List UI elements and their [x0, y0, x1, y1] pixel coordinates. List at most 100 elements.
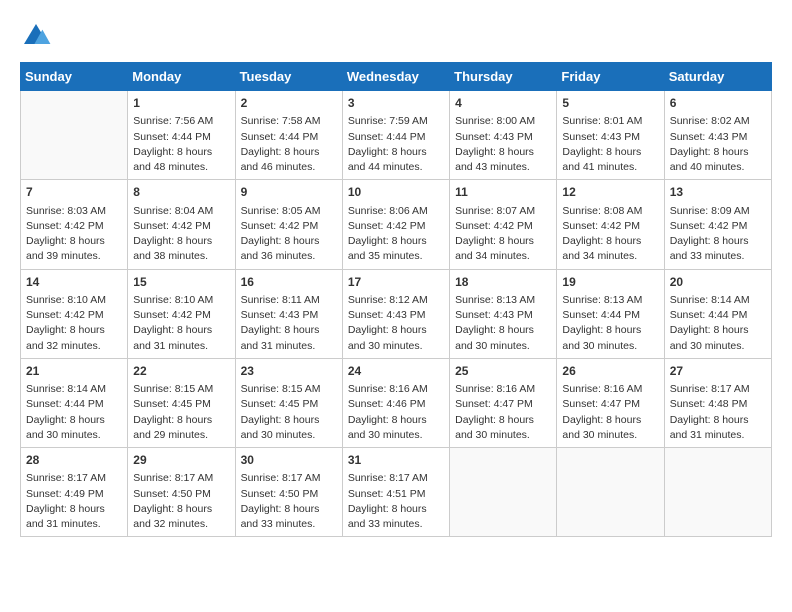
day-number: 3: [348, 95, 444, 112]
day-info-line: Sunrise: 8:17 AM: [133, 471, 229, 486]
day-info-line: Sunrise: 8:16 AM: [455, 382, 551, 397]
day-info-line: Daylight: 8 hours: [133, 323, 229, 338]
day-info-line: and 34 minutes.: [455, 249, 551, 264]
day-info-line: Sunrise: 8:06 AM: [348, 204, 444, 219]
day-info: Sunrise: 8:14 AMSunset: 4:44 PMDaylight:…: [26, 382, 122, 443]
day-info: Sunrise: 8:10 AMSunset: 4:42 PMDaylight:…: [26, 293, 122, 354]
week-row-5: 28Sunrise: 8:17 AMSunset: 4:49 PMDayligh…: [21, 448, 772, 537]
day-info-line: Sunrise: 8:11 AM: [241, 293, 337, 308]
day-number: 16: [241, 274, 337, 291]
day-info: Sunrise: 8:03 AMSunset: 4:42 PMDaylight:…: [26, 204, 122, 265]
day-info-line: Sunrise: 8:10 AM: [133, 293, 229, 308]
calendar-cell: 13Sunrise: 8:09 AMSunset: 4:42 PMDayligh…: [664, 180, 771, 269]
calendar-cell: 3 Sunrise: 7:59 AMSunset: 4:44 PMDaylight…: [342, 91, 449, 180]
week-row-3: 14Sunrise: 8:10 AMSunset: 4:42 PMDayligh…: [21, 269, 772, 358]
header-day-monday: Monday: [128, 63, 235, 91]
day-info: Sunrise: 8:12 AMSunset: 4:43 PMDaylight:…: [348, 293, 444, 354]
day-info-line: Daylight: 8 hours: [348, 413, 444, 428]
day-info: Sunrise: 8:13 AMSunset: 4:44 PMDaylight:…: [562, 293, 658, 354]
day-info: Sunrise: 8:10 AMSunset: 4:42 PMDaylight:…: [133, 293, 229, 354]
day-info-line: Sunset: 4:43 PM: [455, 308, 551, 323]
day-info-line: Daylight: 8 hours: [133, 502, 229, 517]
day-info-line: Sunset: 4:43 PM: [670, 130, 766, 145]
day-info-line: Sunrise: 8:04 AM: [133, 204, 229, 219]
day-info-line: Sunset: 4:45 PM: [241, 397, 337, 412]
day-info: Sunrise: 8:16 AMSunset: 4:46 PMDaylight:…: [348, 382, 444, 443]
day-info-line: Sunset: 4:43 PM: [455, 130, 551, 145]
day-info-line: Sunset: 4:42 PM: [455, 219, 551, 234]
day-info: Sunrise: 8:17 AMSunset: 4:50 PMDaylight:…: [133, 471, 229, 532]
day-info-line: Sunset: 4:51 PM: [348, 487, 444, 502]
day-info-line: Sunset: 4:42 PM: [670, 219, 766, 234]
day-info: Sunrise: 8:08 AMSunset: 4:42 PMDaylight:…: [562, 204, 658, 265]
day-info-line: Sunrise: 8:07 AM: [455, 204, 551, 219]
day-number: 28: [26, 452, 122, 469]
calendar-header: SundayMondayTuesdayWednesdayThursdayFrid…: [21, 63, 772, 91]
day-info: Sunrise: 8:13 AMSunset: 4:43 PMDaylight:…: [455, 293, 551, 354]
day-number: 10: [348, 184, 444, 201]
day-info-line: and 32 minutes.: [26, 339, 122, 354]
day-info-line: Daylight: 8 hours: [26, 234, 122, 249]
calendar-cell: 12 Sunrise: 8:08 AMSunset: 4:42 PMDayligh…: [557, 180, 664, 269]
day-info-line: Sunrise: 8:15 AM: [241, 382, 337, 397]
day-info-line: Sunset: 4:44 PM: [133, 130, 229, 145]
day-number: 27: [670, 363, 766, 380]
calendar-cell: 16 Sunrise: 8:11 AMSunset: 4:43 PMDayligh…: [235, 269, 342, 358]
day-number: 9: [241, 184, 337, 201]
day-info-line: Sunset: 4:42 PM: [26, 308, 122, 323]
day-info-line: and 31 minutes.: [26, 517, 122, 532]
calendar-cell: 4Sunrise: 8:00 AMSunset: 4:43 PMDaylight…: [450, 91, 557, 180]
day-info: Sunrise: 8:05 AMSunset: 4:42 PMDaylight:…: [241, 204, 337, 265]
day-info-line: and 33 minutes.: [670, 249, 766, 264]
calendar-cell: 10 Sunrise: 8:06 AMSunset: 4:42 PMDayligh…: [342, 180, 449, 269]
day-info-line: Sunset: 4:47 PM: [562, 397, 658, 412]
logo: [20, 20, 58, 52]
day-info-line: Sunrise: 8:16 AM: [562, 382, 658, 397]
day-info-line: and 48 minutes.: [133, 160, 229, 175]
calendar-cell: 21Sunrise: 8:14 AMSunset: 4:44 PMDayligh…: [21, 358, 128, 447]
calendar-cell: 22Sunrise: 8:15 AMSunset: 4:45 PMDayligh…: [128, 358, 235, 447]
day-info-line: Daylight: 8 hours: [348, 502, 444, 517]
day-info-line: Sunrise: 7:58 AM: [241, 114, 337, 129]
page-header: [20, 20, 772, 52]
day-info: Sunrise: 8:17 AMSunset: 4:50 PMDaylight:…: [241, 471, 337, 532]
day-info: Sunrise: 8:01 AMSunset: 4:43 PMDaylight:…: [562, 114, 658, 175]
day-info: Sunrise: 8:15 AMSunset: 4:45 PMDaylight:…: [133, 382, 229, 443]
day-info-line: and 35 minutes.: [348, 249, 444, 264]
day-info-line: Sunset: 4:42 PM: [348, 219, 444, 234]
day-info-line: Daylight: 8 hours: [562, 145, 658, 160]
day-number: 15: [133, 274, 229, 291]
day-info: Sunrise: 7:58 AMSunset: 4:44 PMDaylight:…: [241, 114, 337, 175]
day-info-line: Sunrise: 8:16 AM: [348, 382, 444, 397]
day-number: 14: [26, 274, 122, 291]
day-info-line: Daylight: 8 hours: [455, 323, 551, 338]
day-info: Sunrise: 8:06 AMSunset: 4:42 PMDaylight:…: [348, 204, 444, 265]
day-number: 30: [241, 452, 337, 469]
calendar-cell: 15 Sunrise: 8:10 AMSunset: 4:42 PMDayligh…: [128, 269, 235, 358]
day-number: 26: [562, 363, 658, 380]
day-info-line: Daylight: 8 hours: [455, 145, 551, 160]
day-number: 17: [348, 274, 444, 291]
day-info-line: Daylight: 8 hours: [133, 234, 229, 249]
day-info: Sunrise: 8:11 AMSunset: 4:43 PMDaylight:…: [241, 293, 337, 354]
day-info: Sunrise: 8:07 AMSunset: 4:42 PMDaylight:…: [455, 204, 551, 265]
day-info-line: Sunset: 4:43 PM: [562, 130, 658, 145]
week-row-2: 7Sunrise: 8:03 AMSunset: 4:42 PMDaylight…: [21, 180, 772, 269]
day-info-line: Sunset: 4:44 PM: [562, 308, 658, 323]
day-info: Sunrise: 7:59 AMSunset: 4:44 PMDaylight:…: [348, 114, 444, 175]
day-info-line: and 41 minutes.: [562, 160, 658, 175]
day-number: 1: [133, 95, 229, 112]
day-info: Sunrise: 8:17 AMSunset: 4:48 PMDaylight:…: [670, 382, 766, 443]
calendar-cell: 17 Sunrise: 8:12 AMSunset: 4:43 PMDayligh…: [342, 269, 449, 358]
day-number: 12: [562, 184, 658, 201]
day-number: 4: [455, 95, 551, 112]
day-info: Sunrise: 8:16 AMSunset: 4:47 PMDaylight:…: [455, 382, 551, 443]
day-number: 18: [455, 274, 551, 291]
calendar-cell: [664, 448, 771, 537]
day-info-line: Daylight: 8 hours: [670, 413, 766, 428]
day-info-line: Sunset: 4:44 PM: [241, 130, 337, 145]
day-info-line: and 29 minutes.: [133, 428, 229, 443]
day-info-line: Sunset: 4:42 PM: [133, 219, 229, 234]
calendar-cell: 5Sunrise: 8:01 AMSunset: 4:43 PMDaylight…: [557, 91, 664, 180]
day-info-line: and 30 minutes.: [670, 339, 766, 354]
